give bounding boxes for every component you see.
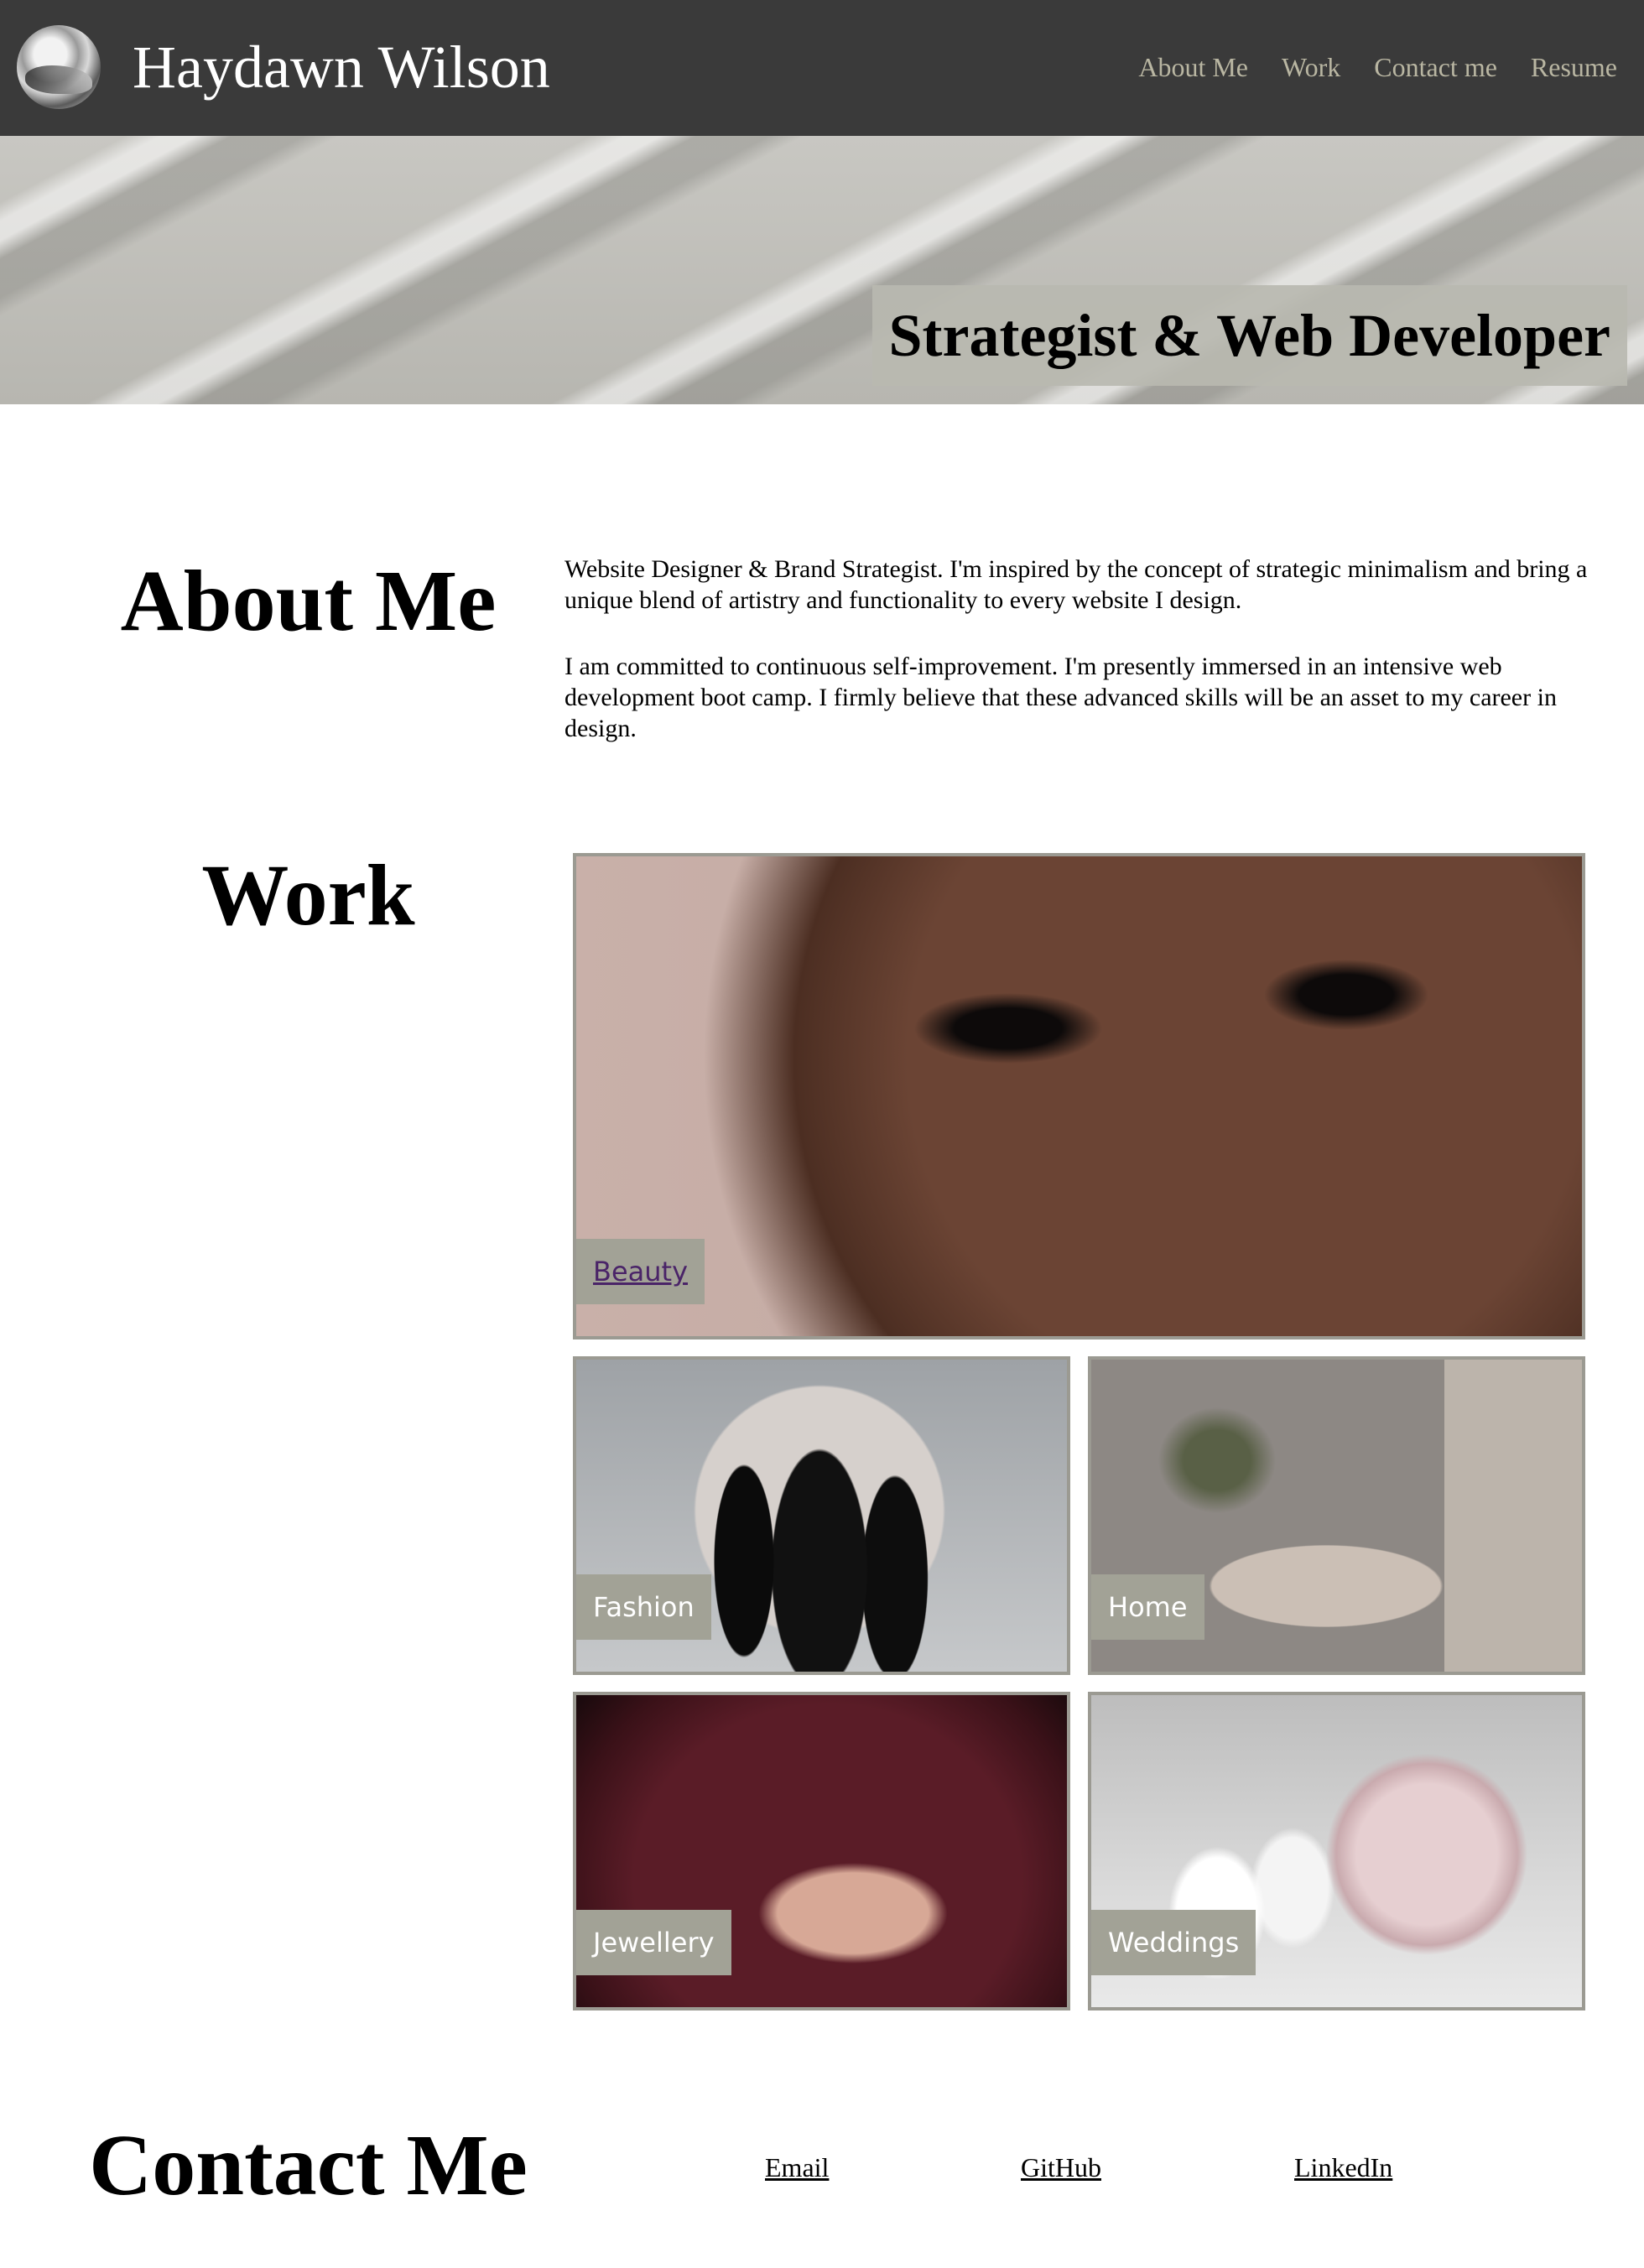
main-nav: About Me Work Contact me Resume <box>1138 50 1617 84</box>
work-label-weddings[interactable]: Weddings <box>1091 1910 1256 1975</box>
work-card-jewellery[interactable]: Jewellery <box>573 1692 1070 2011</box>
work-label-jewellery[interactable]: Jewellery <box>576 1910 731 1975</box>
about-text: Website Designer & Brand Strategist. I'm… <box>564 554 1596 779</box>
work-card-weddings[interactable]: Weddings <box>1088 1692 1585 2011</box>
work-card-fashion[interactable]: Fashion <box>573 1356 1070 1675</box>
nav-resume[interactable]: Resume <box>1531 50 1617 84</box>
work-label-beauty[interactable]: Beauty <box>576 1239 705 1304</box>
nav-contact-me[interactable]: Contact me <box>1374 50 1497 84</box>
work-label-fashion[interactable]: Fashion <box>576 1574 711 1640</box>
work-card-beauty[interactable]: Beauty <box>573 853 1585 1339</box>
about-heading: About Me <box>120 553 497 649</box>
site-name: Haydawn Wilson <box>133 34 550 101</box>
contact-github-link[interactable]: GitHub <box>1021 2151 1101 2184</box>
hero-banner: Strategist & Web Developer <box>0 136 1644 404</box>
contact-heading: Contact Me <box>89 2117 528 2213</box>
site-header: Haydawn Wilson About Me Work Contact me … <box>0 0 1644 136</box>
about-paragraph: I am committed to continuous self-improv… <box>564 653 1557 742</box>
contact-email-link[interactable]: Email <box>765 2151 829 2184</box>
hero-title: Strategist & Web Developer <box>871 285 1627 386</box>
work-label-home[interactable]: Home <box>1091 1574 1204 1640</box>
nav-work[interactable]: Work <box>1282 50 1340 84</box>
nav-about-me[interactable]: About Me <box>1138 50 1248 84</box>
work-card-home[interactable]: Home <box>1088 1356 1585 1675</box>
work-heading: Work <box>201 847 415 944</box>
contact-linkedin-link[interactable]: LinkedIn <box>1294 2151 1392 2184</box>
avatar <box>17 25 101 109</box>
about-paragraph: Website Designer & Brand Strategist. I'm… <box>564 555 1588 614</box>
